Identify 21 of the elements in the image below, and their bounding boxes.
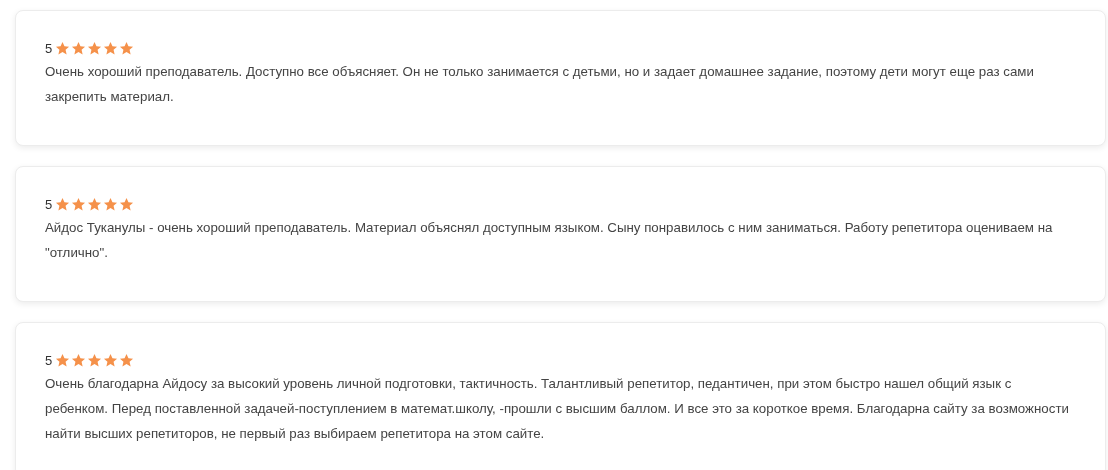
star-icon bbox=[87, 40, 103, 56]
star-icon bbox=[71, 40, 87, 56]
star-icon bbox=[71, 196, 87, 212]
star-icon bbox=[119, 40, 135, 56]
star-icon bbox=[103, 352, 119, 368]
star-icon bbox=[119, 196, 135, 212]
star-icon bbox=[71, 352, 87, 368]
star-icon bbox=[119, 352, 135, 368]
star-icon bbox=[87, 196, 103, 212]
star-icon bbox=[87, 352, 103, 368]
star-icon bbox=[55, 196, 71, 212]
review-text: Айдос Туканулы - очень хороший преподаватель. Материал объяснял доступным языком. Сыну понравилось с ним заниматься. Работу репетитора оцениваем на "отлично". bbox=[45, 219, 1054, 262]
review-text: Очень хороший преподаватель. Доступно все объясняет. Он не только занимается с детьми, но и задает домашнее задание, поэтому дети могут еще раз сами закрепить материал. bbox=[45, 63, 1035, 106]
rating-value: 5 bbox=[45, 352, 53, 368]
star-icon bbox=[55, 352, 71, 368]
rating-value: 5 bbox=[45, 196, 53, 212]
review-text: Очень благодарна Айдосу за высокий уровень личной подготовки, тактичность. Талантливый репетитор, педантичен, при этом быстро нашел общий язык с ребенком. Перед поставленной задачей-поступлением в математ.школу, -прошли с высшим баллом. И все это за короткое время. Благодарна сайту за возможности найти высших репетиторов, не первый раз выбираем репетитора на этом сайте. bbox=[45, 375, 1070, 443]
star-icon bbox=[103, 40, 119, 56]
star-icon bbox=[55, 40, 71, 56]
star-icon bbox=[103, 196, 119, 212]
rating-value: 5 bbox=[45, 40, 53, 56]
